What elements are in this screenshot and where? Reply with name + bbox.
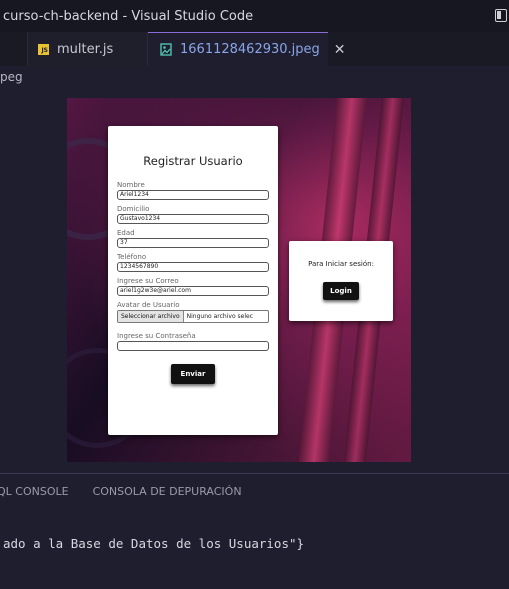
password-label: Ingrese su Contraseña bbox=[117, 332, 196, 340]
breadcrumb[interactable]: peg bbox=[0, 70, 23, 84]
tab-label: 1661128462930.jpeg bbox=[180, 42, 320, 57]
panel-tabs: QL CONSOLE CONSOLA DE DEPURACIÓN bbox=[0, 485, 509, 498]
editor-tab-bar: JS multer.js 1661128462930.jpeg ✕ bbox=[0, 32, 509, 66]
address-field: Gustavo1234 bbox=[117, 214, 269, 224]
login-prompt: Para Iniciar sesión: bbox=[308, 260, 374, 268]
name-field: Ariel1234 bbox=[117, 190, 269, 200]
terminal-output-line: ado a la Base de Datos de los Usuarios"} bbox=[3, 536, 305, 551]
age-field: 37 bbox=[117, 238, 269, 248]
name-label: Nombre bbox=[117, 181, 145, 189]
avatar-file-input: Seleccionar archivo Ninguno archivo sele… bbox=[117, 310, 269, 323]
phone-label: Teléfono bbox=[117, 253, 147, 261]
address-label: Domicilio bbox=[117, 205, 150, 213]
phone-field: 1234567890 bbox=[117, 262, 269, 272]
tab-multer-js[interactable]: JS multer.js bbox=[28, 32, 148, 66]
file-status: Ninguno archivo selec bbox=[186, 313, 253, 320]
bottom-panel: QL CONSOLE CONSOLA DE DEPURACIÓN ado a l… bbox=[0, 473, 509, 589]
tab-jpeg-image[interactable]: 1661128462930.jpeg ✕ bbox=[148, 32, 346, 66]
register-form-card: Registrar Usuario Nombre Ariel1234 Domic… bbox=[108, 126, 278, 435]
age-label: Edad bbox=[117, 229, 135, 237]
tab-sql-console[interactable]: QL CONSOLE bbox=[0, 485, 69, 498]
select-file-button: Seleccionar archivo bbox=[118, 311, 184, 322]
title-bar: curso-ch-backend - Visual Studio Code bbox=[0, 0, 509, 32]
register-title: Registrar Usuario bbox=[143, 154, 243, 168]
avatar-label: Avatar de Usuario bbox=[117, 301, 180, 309]
js-file-icon: JS bbox=[38, 43, 49, 55]
close-icon[interactable]: ✕ bbox=[334, 42, 346, 58]
image-file-icon bbox=[160, 43, 172, 56]
login-card: Para Iniciar sesión: Login bbox=[289, 241, 393, 321]
login-button: Login bbox=[323, 282, 359, 300]
email-field: ariel1g2w3e@ariel.com bbox=[117, 286, 269, 296]
password-field bbox=[117, 341, 269, 351]
tab-label: multer.js bbox=[57, 41, 114, 57]
tab-debug-console[interactable]: CONSOLA DE DEPURACIÓN bbox=[93, 485, 242, 498]
email-label: Ingrese su Correo bbox=[117, 277, 179, 285]
submit-button: Enviar bbox=[171, 364, 215, 384]
tab-overflow[interactable] bbox=[0, 32, 28, 66]
window-title: curso-ch-backend - Visual Studio Code bbox=[3, 8, 254, 24]
image-preview: Registrar Usuario Nombre Ariel1234 Domic… bbox=[67, 98, 411, 462]
toggle-layout-icon[interactable] bbox=[495, 9, 507, 22]
